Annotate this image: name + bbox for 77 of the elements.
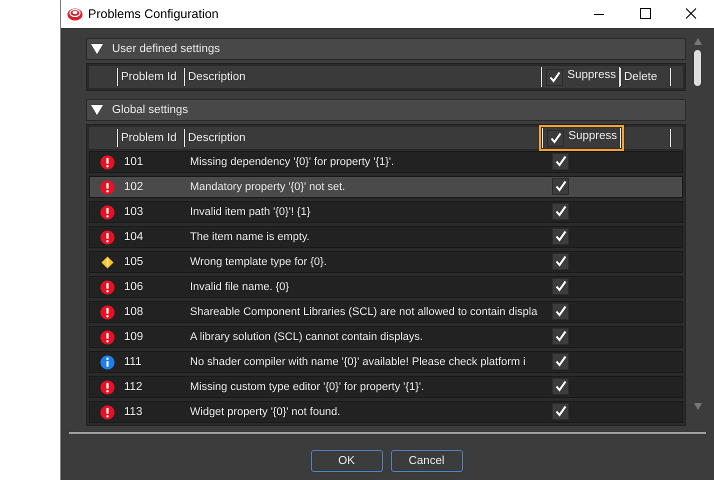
problem-row[interactable]: 112 Missing custom type editor '{0}' for property '{1}'. [89,376,683,398]
checkbox[interactable] [552,328,569,345]
problem-id: 103 [124,206,144,218]
problem-row[interactable]: 104 The item name is empty. [89,226,683,248]
problem-description: A library solution (SCL) cannot contain displays. [190,331,424,343]
suppress-column-header[interactable]: Suppress [542,128,621,148]
problem-id: 102 [124,181,144,193]
info-icon [100,354,114,370]
scroll-thumb[interactable] [694,50,701,86]
problem-row[interactable]: 105 Wrong template type for {0}. [89,251,683,273]
column-header[interactable]: Description [184,68,542,86]
problem-id: 112 [124,381,144,393]
problem-id: 111 [124,356,142,368]
checkbox[interactable] [552,228,569,245]
problem-description: Invalid item path '{0}'! {1} [190,206,312,218]
problem-row[interactable]: 102 Mandatory property '{0}' not set. [89,176,683,198]
checkbox[interactable] [552,252,569,270]
problem-id: 113 [124,406,144,418]
checkbox[interactable] [552,402,569,420]
checkbox[interactable] [552,302,569,320]
problem-description: Wrong template type for {0}. [190,256,328,268]
error-icon [100,180,114,194]
checkbox[interactable] [552,152,569,170]
problem-description: Invalid file name. {0} [190,281,290,293]
problem-row[interactable]: 106 Invalid file name. {0} [89,276,683,298]
column-header[interactable]: Problem Id [117,68,184,86]
checkbox[interactable] [552,352,569,370]
error-icon [100,154,114,170]
column-header[interactable]: Description [184,129,542,147]
app-logo-icon [67,6,83,22]
suppress-column-header[interactable]: Suppress [541,67,620,87]
problem-id: 109 [124,331,144,343]
window-title: Problems Configuration [88,7,220,21]
warning-icon [100,256,114,268]
problem-description: Mandatory property '{0}' not set. [190,181,346,193]
problem-description: Shareable Component Libraries (SCL) are not allowed to contain displa [190,306,538,318]
checkbox[interactable] [552,178,569,195]
problem-id: 101 [124,156,144,168]
dialog-button[interactable]: OK [310,450,382,472]
problem-id: 104 [124,231,144,243]
problem-id: 108 [124,306,144,318]
problem-row[interactable]: 113 Widget property '{0}' not found. [89,401,683,423]
section-title: Global settings [112,104,188,116]
section-header[interactable]: Global settings [86,99,686,121]
column-header[interactable]: Problem Id [117,129,184,147]
section-title: User defined settings [112,43,220,55]
problem-id: 106 [124,281,144,293]
error-icon [100,380,114,394]
expand-icon [91,44,103,54]
expand-icon [91,105,103,115]
problem-description: The item name is empty. [190,231,311,243]
dialog-button[interactable]: Cancel [390,450,462,472]
checkbox[interactable] [552,202,569,220]
error-icon [100,404,114,420]
problem-row[interactable]: 101 Missing dependency '{0}' for property '{1}'. [89,151,683,173]
section-header[interactable]: User defined settings [86,38,686,60]
problem-description: Widget property '{0}' not found. [190,406,342,418]
checkbox[interactable] [552,278,569,295]
problem-id: 105 [124,256,144,268]
problem-row[interactable]: 103 Invalid item path '{0}'! {1} [89,201,683,223]
error-icon [100,280,114,294]
checkbox[interactable] [546,68,564,86]
error-icon [100,230,114,244]
problem-row[interactable]: 109 A library solution (SCL) cannot contain displays. [89,326,683,348]
error-icon [100,330,114,344]
checkbox[interactable] [547,130,564,146]
problem-row[interactable]: 111 No shader compiler with name '{0}' available! Please check platform i [89,351,683,373]
scroll-up-icon[interactable] [694,38,702,45]
error-icon [100,304,114,320]
error-icon [100,204,114,220]
checkbox[interactable] [552,378,569,395]
problem-description: No shader compiler with name '{0}' available! Please check platform i [190,356,527,368]
problem-row[interactable]: 108 Shareable Component Libraries (SCL) are not allowed to contain displa [89,301,683,323]
problem-description: Missing dependency '{0}' for property '{1}'. [190,156,396,168]
scroll-down-icon[interactable] [694,403,702,410]
problem-description: Missing custom type editor '{0}' for property '{1}'. [190,381,426,393]
column-header[interactable]: Delete [620,68,671,86]
